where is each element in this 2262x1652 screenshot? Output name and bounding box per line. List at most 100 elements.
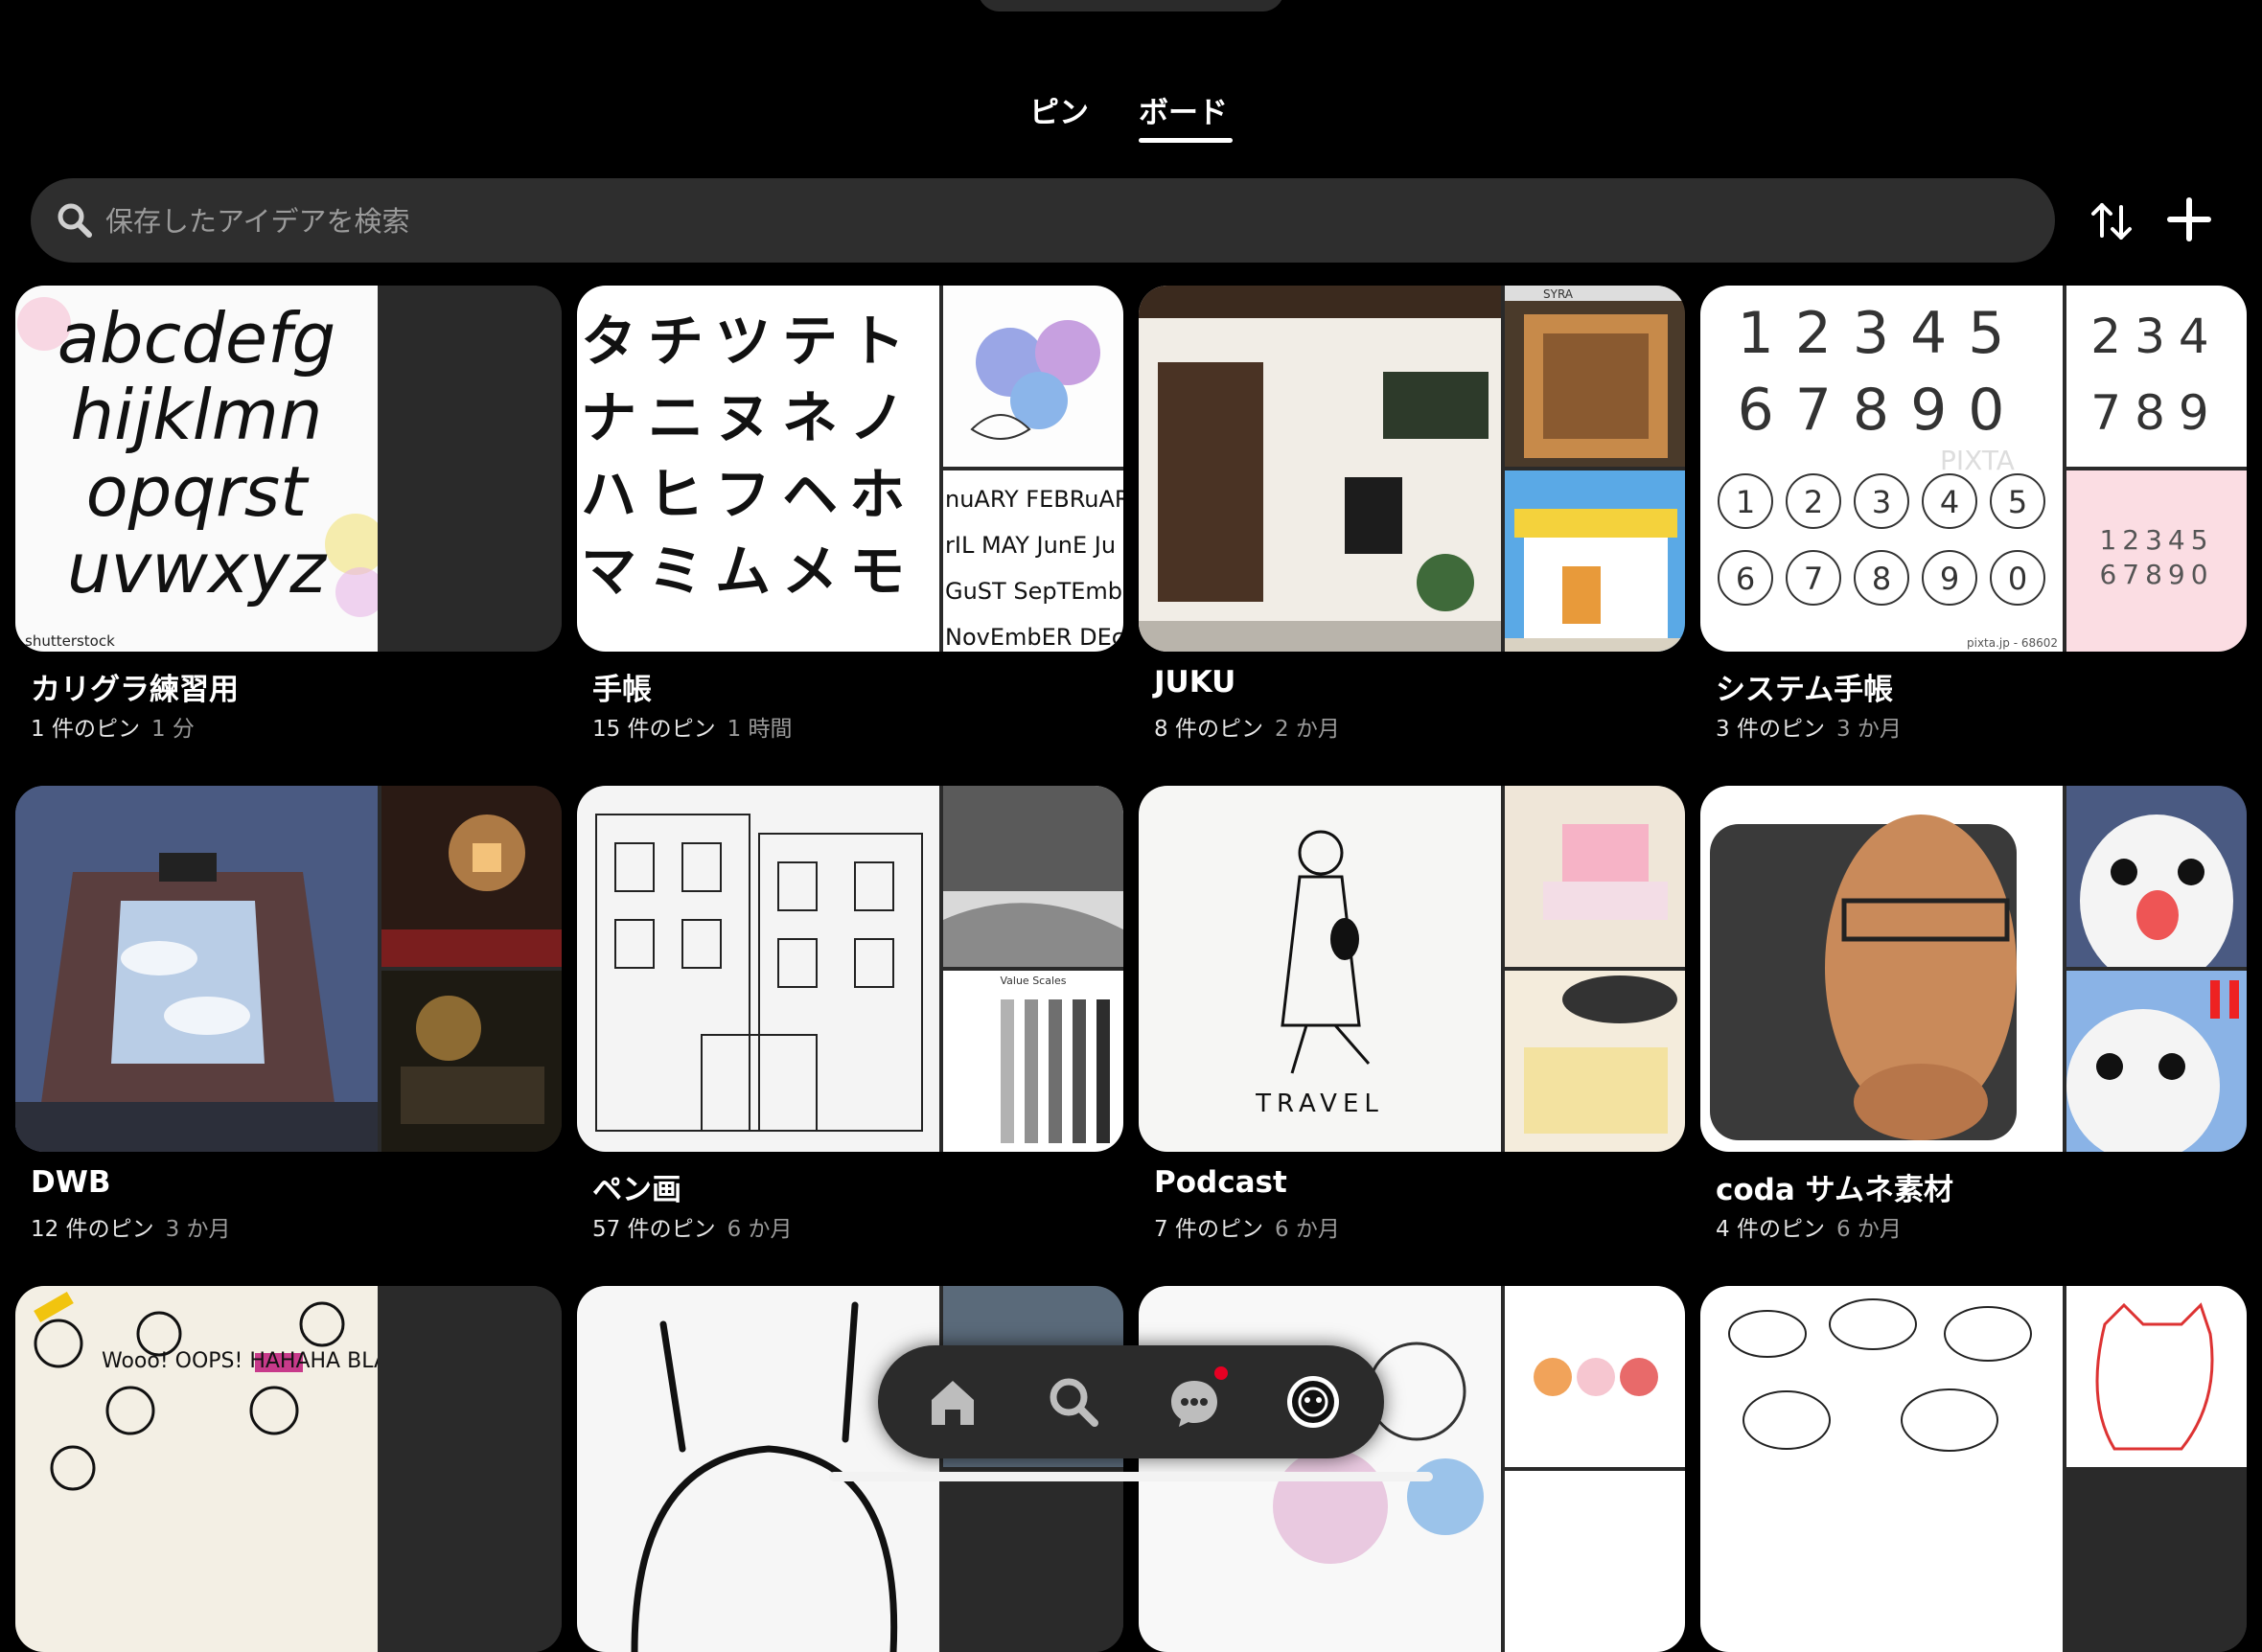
svg-text:4: 4	[1940, 484, 1959, 520]
board-title: DWB	[31, 1165, 111, 1200]
board-cover[interactable]	[1700, 786, 2247, 1152]
svg-text:12345: 12345	[2099, 524, 2213, 556]
board-cover[interactable]: SYRA	[1139, 286, 1685, 652]
board-title: coda サムネ素材	[1716, 1173, 1953, 1207]
cover-image: Wooo! OOPS! HAHAHA BLAH OX	[15, 1286, 378, 1652]
pin-count: 15 件のピン	[592, 717, 716, 742]
board-title: Podcast	[1154, 1165, 1287, 1200]
watermark-text: PIXTA	[1940, 445, 2015, 476]
cover-image	[1139, 1286, 1501, 1652]
cover-image	[381, 470, 562, 652]
search-icon[interactable]	[1045, 1373, 1102, 1431]
svg-text:rIL MAY JunE Ju: rIL MAY JunE Ju	[945, 532, 1116, 559]
cover-image	[381, 971, 562, 1152]
cover-image	[1505, 1286, 1685, 1467]
board-cover[interactable]: Wooo! OOPS! HAHAHA BLAH OX	[15, 1286, 562, 1652]
cover-image	[15, 786, 378, 1152]
cover-image	[1505, 971, 1685, 1152]
credit-text: pixta.jp - 68602	[1967, 636, 2058, 650]
board-cover[interactable]: abcdefg hijklmn opqrst uvwxyz shuttersto…	[15, 286, 562, 652]
calligraphy-line-3: opqrst	[86, 451, 311, 532]
board-cover[interactable]: TRAVEL	[1139, 786, 1685, 1152]
board-title: ペン画	[592, 1173, 681, 1207]
chart-title: Value Scales	[1000, 975, 1066, 987]
board-age: 6 か月	[727, 1217, 793, 1242]
pin-count: 7 件のピン	[1154, 1217, 1263, 1242]
svg-text:マミムメモ: マミムメモ	[581, 539, 916, 604]
cover-image	[943, 286, 1123, 467]
tab-boards[interactable]: ボード	[1139, 88, 1228, 131]
home-indicator	[829, 1472, 1433, 1481]
board-meta: 3 件のピン 3 か月	[1716, 710, 1902, 743]
board-cover[interactable]	[1139, 1286, 1685, 1652]
bottom-nav	[878, 1345, 1384, 1458]
cover-image	[1505, 1471, 1685, 1652]
pin-count: 3 件のピン	[1716, 717, 1825, 742]
watermark-text: shutterstock	[25, 632, 115, 650]
svg-text:タチツテト: タチツテト	[581, 309, 916, 374]
profile-icon[interactable]	[1284, 1373, 1342, 1431]
cover-image: abcdefg hijklmn opqrst uvwxyz shuttersto…	[15, 286, 378, 652]
pin-count: 1 件のピン	[31, 717, 140, 742]
pin-count: 12 件のピン	[31, 1217, 154, 1242]
cover-image	[1700, 1286, 2063, 1652]
board-meta: 7 件のピン 6 か月	[1154, 1210, 1340, 1243]
plus-icon[interactable]	[2164, 195, 2214, 244]
cover-image	[381, 786, 562, 967]
board-cover[interactable]: Value Scales	[577, 786, 1123, 1152]
cover-image	[2066, 786, 2247, 967]
notification-badge	[1214, 1366, 1228, 1380]
cover-image	[2066, 1471, 2247, 1652]
svg-text:7: 7	[1804, 561, 1823, 597]
board-age: 6 か月	[1835, 1217, 1902, 1242]
home-icon[interactable]	[924, 1373, 981, 1431]
tab-bar: ピン ボード	[0, 88, 2262, 155]
cover-image	[943, 1471, 1123, 1652]
board-meta: 8 件のピン 2 か月	[1154, 710, 1340, 743]
board-cover[interactable]	[577, 1286, 1123, 1652]
svg-text:9: 9	[1940, 561, 1959, 597]
board-cover[interactable]	[15, 786, 562, 1152]
svg-text:789: 789	[2090, 385, 2222, 441]
calligraphy-line-2: hijklmn	[70, 375, 322, 455]
board-meta: 15 件のピン 1 時間	[592, 710, 793, 743]
svg-text:8: 8	[1872, 561, 1891, 597]
svg-text:ハヒフヘホ: ハヒフヘホ	[581, 462, 916, 527]
sort-arrows-icon[interactable]	[2088, 197, 2135, 245]
search-bar[interactable]	[31, 178, 2055, 264]
active-tab-indicator	[1139, 138, 1233, 143]
search-icon	[58, 203, 92, 238]
pin-count: 57 件のピン	[592, 1217, 716, 1242]
svg-text:6: 6	[1736, 561, 1755, 597]
cover-image	[1505, 470, 1685, 652]
cover-image: TRAVEL	[1139, 786, 1501, 1152]
board-cover[interactable]: 12345 67890 12345 67890 PIXTA pixta.jp -…	[1700, 286, 2247, 652]
cover-image: 12345 67890 12345 67890 PIXTA pixta.jp -…	[1700, 286, 2063, 652]
svg-text:0: 0	[2008, 561, 2027, 597]
svg-text:234: 234	[2090, 309, 2222, 364]
svg-text:2: 2	[1804, 484, 1823, 520]
board-title: システム手帳	[1716, 673, 1894, 707]
search-input[interactable]	[104, 178, 1986, 264]
cover-image: 234 789	[2066, 286, 2247, 467]
board-cover[interactable]: タチツテト ナニヌネノ ハヒフヘホ マミムメモ nuARY FEBRuARY r…	[577, 286, 1123, 652]
board-age: 1 分	[150, 717, 195, 742]
cover-image	[1505, 786, 1685, 967]
svg-text:1: 1	[1736, 484, 1755, 520]
doodle-text: Wooo! OOPS! HAHAHA BLAH OX	[102, 1349, 378, 1373]
board-cover[interactable]	[1700, 1286, 2247, 1652]
cover-image: nuARY FEBRuARY rIL MAY JunE Ju GuST SepT…	[943, 470, 1123, 652]
board-meta: 12 件のピン 3 か月	[31, 1210, 231, 1243]
cover-image	[2066, 1286, 2247, 1467]
cover-image	[1139, 286, 1501, 652]
pin-count: 4 件のピン	[1716, 1217, 1825, 1242]
svg-text:NovEmbER DEcEm: NovEmbER DEcEm	[945, 624, 1123, 651]
board-title: 手帳	[592, 673, 652, 707]
board-meta: 57 件のピン 6 か月	[592, 1210, 793, 1243]
top-handle	[978, 0, 1284, 11]
board-age: 6 か月	[1274, 1217, 1340, 1242]
tab-pins[interactable]: ピン	[1029, 88, 1089, 131]
svg-text:3: 3	[1872, 484, 1891, 520]
cover-image	[381, 1286, 562, 1467]
chat-icon[interactable]	[1166, 1373, 1223, 1431]
